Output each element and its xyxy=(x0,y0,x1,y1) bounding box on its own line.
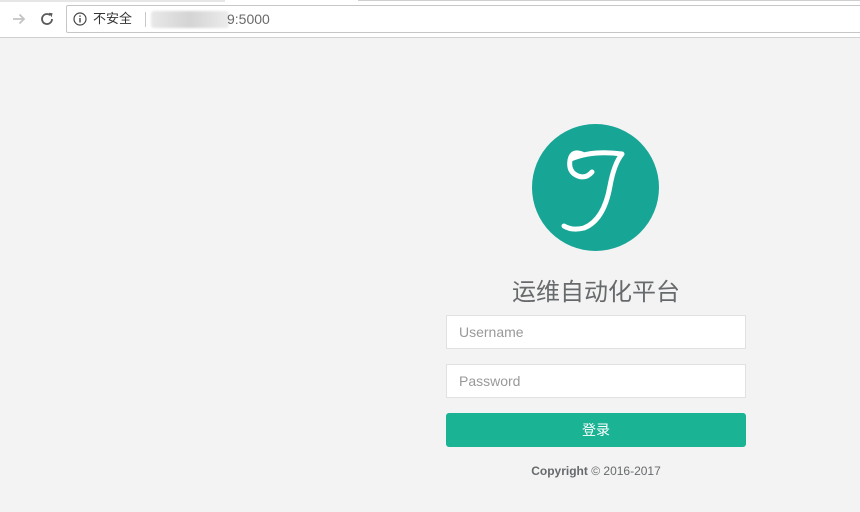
reload-button[interactable] xyxy=(36,8,58,30)
username-input[interactable] xyxy=(446,315,746,349)
address-separator xyxy=(145,12,146,27)
copyright-label: Copyright xyxy=(531,464,588,478)
forward-button[interactable] xyxy=(8,8,30,30)
reload-icon xyxy=(41,12,53,25)
password-input[interactable] xyxy=(446,364,746,398)
copyright-text: Copyright © 2016-2017 xyxy=(446,463,746,479)
tab-strip-edge xyxy=(0,0,225,2)
arrow-right-icon xyxy=(13,13,26,25)
url-text[interactable]: 9:5000 xyxy=(227,11,270,27)
security-status-label[interactable]: 不安全 xyxy=(93,11,132,27)
address-bar[interactable]: 不安全 9:5000 xyxy=(66,5,860,33)
page-title: 运维自动化平台 xyxy=(512,279,680,306)
redacted-host xyxy=(151,11,229,28)
login-button[interactable]: 登录 xyxy=(446,413,746,447)
logo-icon xyxy=(532,124,659,251)
copyright-years: © 2016-2017 xyxy=(591,464,661,478)
tab-strip-divider xyxy=(358,0,860,1)
info-icon[interactable] xyxy=(73,12,87,26)
browser-toolbar: 不安全 9:5000 xyxy=(0,0,860,38)
